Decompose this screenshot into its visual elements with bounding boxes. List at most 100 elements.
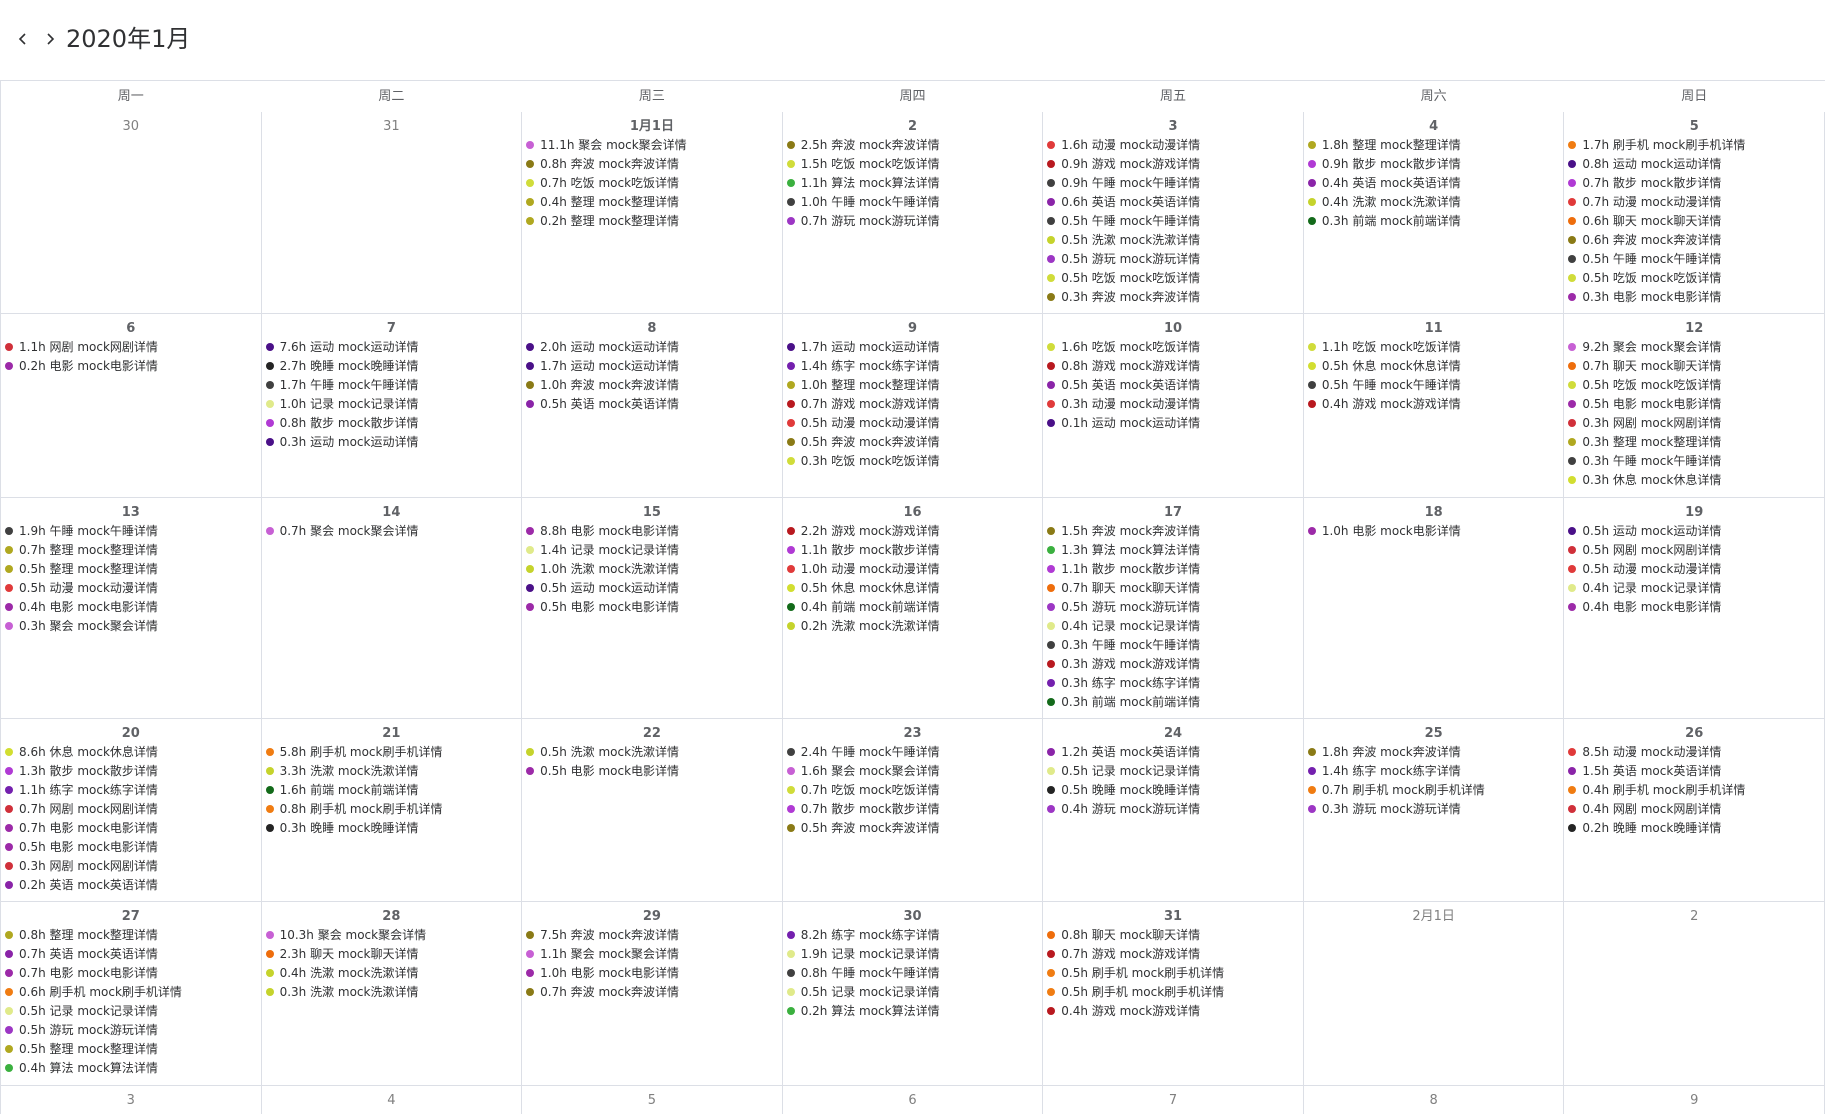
day-cell[interactable]: 20 8.6h 休息 mock休息详情 1.3h 散步 mock散步详情 1.1h 练…: [1, 719, 262, 902]
event-item[interactable]: 0.7h 吃饭 mock吃饭详情: [526, 174, 782, 193]
day-cell[interactable]: 26 8.5h 动漫 mock动漫详情 1.5h 英语 mock英语详情 0.4h 刷…: [1564, 719, 1825, 902]
event-item[interactable]: 9.2h 聚会 mock聚会详情: [1568, 338, 1824, 357]
event-item[interactable]: 1.0h 电影 mock电影详情: [526, 964, 782, 983]
event-item[interactable]: 0.5h 吃饭 mock吃饭详情: [1047, 269, 1303, 288]
event-item[interactable]: 0.5h 午睡 mock午睡详情: [1568, 250, 1824, 269]
event-item[interactable]: 0.4h 记录 mock记录详情: [1047, 617, 1303, 636]
event-item[interactable]: 1.5h 英语 mock英语详情: [1568, 762, 1824, 781]
event-item[interactable]: 0.5h 午睡 mock午睡详情: [1307, 376, 1564, 395]
event-item[interactable]: 0.4h 游玩 mock游玩详情: [1047, 800, 1303, 819]
event-item[interactable]: 1.1h 聚会 mock聚会详情: [526, 945, 782, 964]
event-item[interactable]: 1.7h 运动 mock运动详情: [526, 357, 782, 376]
event-item[interactable]: 0.5h 奔波 mock奔波详情: [786, 433, 1043, 452]
event-item[interactable]: 0.3h 晚睡 mock晚睡详情: [265, 819, 522, 838]
event-item[interactable]: 1.0h 动漫 mock动漫详情: [786, 560, 1043, 579]
event-item[interactable]: 1.9h 记录 mock记录详情: [786, 945, 1043, 964]
event-item[interactable]: 1.7h 运动 mock运动详情: [786, 338, 1043, 357]
day-cell[interactable]: 10 1.6h 吃饭 mock吃饭详情 0.8h 游戏 mock游戏详情 0.5h 英…: [1043, 314, 1304, 498]
event-item[interactable]: 1.0h 午睡 mock午睡详情: [786, 193, 1043, 212]
day-cell[interactable]: 18 1.0h 电影 mock电影详情: [1303, 498, 1565, 719]
event-item[interactable]: 0.3h 游玩 mock游玩详情: [1307, 800, 1564, 819]
event-item[interactable]: 0.4h 电影 mock电影详情: [5, 598, 261, 617]
event-item[interactable]: 0.7h 聚会 mock聚会详情: [265, 522, 522, 541]
event-item[interactable]: 0.5h 游玩 mock游玩详情: [1047, 598, 1303, 617]
day-cell[interactable]: 8: [1304, 1086, 1565, 1114]
event-item[interactable]: 8.5h 动漫 mock动漫详情: [1568, 743, 1824, 762]
event-item[interactable]: 8.6h 休息 mock休息详情: [5, 743, 261, 762]
event-item[interactable]: 0.5h 记录 mock记录详情: [5, 1002, 261, 1021]
event-item[interactable]: 0.3h 游戏 mock游戏详情: [1047, 655, 1303, 674]
day-cell[interactable]: 27 0.8h 整理 mock整理详情 0.7h 英语 mock英语详情 0.7h 电…: [1, 902, 262, 1086]
event-item[interactable]: 0.8h 游戏 mock游戏详情: [1047, 357, 1303, 376]
event-item[interactable]: 10.3h 聚会 mock聚会详情: [265, 926, 522, 945]
day-cell[interactable]: 29 7.5h 奔波 mock奔波详情 1.1h 聚会 mock聚会详情 1.0h 电…: [522, 902, 783, 1086]
event-item[interactable]: 0.5h 运动 mock运动详情: [1568, 522, 1824, 541]
event-item[interactable]: 0.5h 奔波 mock奔波详情: [786, 819, 1043, 838]
day-cell[interactable]: 3: [1, 1086, 262, 1114]
event-item[interactable]: 1.3h 散步 mock散步详情: [5, 762, 261, 781]
day-cell[interactable]: 16 2.2h 游戏 mock游戏详情 1.1h 散步 mock散步详情 1.0h 动…: [782, 498, 1044, 719]
event-item[interactable]: 0.3h 奔波 mock奔波详情: [1047, 288, 1303, 307]
day-cell[interactable]: 8 2.0h 运动 mock运动详情 1.7h 运动 mock运动详情 1.0h 奔波…: [522, 314, 783, 498]
day-cell[interactable]: 31 0.8h 聊天 mock聊天详情 0.7h 游戏 mock游戏详情 0.5h 刷…: [1043, 902, 1304, 1086]
event-item[interactable]: 0.5h 运动 mock运动详情: [526, 579, 782, 598]
event-item[interactable]: 0.3h 运动 mock运动详情: [265, 433, 522, 452]
event-item[interactable]: 0.9h 午睡 mock午睡详情: [1047, 174, 1303, 193]
event-item[interactable]: 0.7h 电影 mock电影详情: [5, 964, 261, 983]
event-item[interactable]: 0.6h 刷手机 mock刷手机详情: [5, 983, 261, 1002]
event-item[interactable]: 0.5h 吃饭 mock吃饭详情: [1568, 376, 1824, 395]
event-item[interactable]: 0.5h 洗漱 mock洗漱详情: [1047, 231, 1303, 250]
event-item[interactable]: 8.8h 电影 mock电影详情: [526, 522, 782, 541]
event-item[interactable]: 0.5h 休息 mock休息详情: [786, 579, 1043, 598]
event-item[interactable]: 0.5h 记录 mock记录详情: [1047, 762, 1303, 781]
day-cell[interactable]: 15 8.8h 电影 mock电影详情 1.4h 记录 mock记录详情 1.0h 洗…: [522, 498, 783, 719]
event-item[interactable]: 0.2h 整理 mock整理详情: [526, 212, 782, 231]
event-item[interactable]: 2.5h 奔波 mock奔波详情: [786, 136, 1043, 155]
event-item[interactable]: 0.7h 游戏 mock游戏详情: [786, 395, 1043, 414]
event-item[interactable]: 0.9h 游戏 mock游戏详情: [1047, 155, 1303, 174]
event-item[interactable]: 0.5h 洗漱 mock洗漱详情: [526, 743, 782, 762]
event-item[interactable]: 1.6h 吃饭 mock吃饭详情: [1047, 338, 1303, 357]
event-item[interactable]: 0.8h 整理 mock整理详情: [5, 926, 261, 945]
event-item[interactable]: 0.7h 整理 mock整理详情: [5, 541, 261, 560]
event-item[interactable]: 0.4h 洗漱 mock洗漱详情: [1307, 193, 1564, 212]
event-item[interactable]: 0.7h 英语 mock英语详情: [5, 945, 261, 964]
event-item[interactable]: 0.5h 整理 mock整理详情: [5, 1040, 261, 1059]
event-item[interactable]: 5.8h 刷手机 mock刷手机详情: [265, 743, 522, 762]
day-cell[interactable]: 19 0.5h 运动 mock运动详情 0.5h 网剧 mock网剧详情 0.5h 动…: [1564, 498, 1825, 719]
event-item[interactable]: 1.4h 记录 mock记录详情: [526, 541, 782, 560]
day-cell[interactable]: 21 5.8h 刷手机 mock刷手机详情 3.3h 洗漱 mock洗漱详情 1.6h…: [261, 719, 523, 902]
event-item[interactable]: 0.3h 休息 mock休息详情: [1568, 471, 1824, 490]
event-item[interactable]: 1.1h 散步 mock散步详情: [786, 541, 1043, 560]
event-item[interactable]: 0.2h 算法 mock算法详情: [786, 1002, 1043, 1021]
event-item[interactable]: 1.0h 洗漱 mock洗漱详情: [526, 560, 782, 579]
event-item[interactable]: 1.3h 算法 mock算法详情: [1047, 541, 1303, 560]
day-cell[interactable]: 24 1.2h 英语 mock英语详情 0.5h 记录 mock记录详情 0.5h 晚…: [1043, 719, 1304, 902]
event-item[interactable]: 0.5h 英语 mock英语详情: [526, 395, 782, 414]
event-item[interactable]: 1.1h 散步 mock散步详情: [1047, 560, 1303, 579]
event-item[interactable]: 3.3h 洗漱 mock洗漱详情: [265, 762, 522, 781]
event-item[interactable]: 0.4h 记录 mock记录详情: [1568, 579, 1824, 598]
event-item[interactable]: 1.4h 练字 mock练字详情: [786, 357, 1043, 376]
day-cell[interactable]: 2: [1564, 902, 1825, 1086]
event-item[interactable]: 0.3h 聚会 mock聚会详情: [5, 617, 261, 636]
day-cell[interactable]: 13 1.9h 午睡 mock午睡详情 0.7h 整理 mock整理详情 0.5h 整…: [1, 498, 262, 719]
event-item[interactable]: 0.5h 刷手机 mock刷手机详情: [1047, 964, 1303, 983]
event-item[interactable]: 0.5h 英语 mock英语详情: [1047, 376, 1303, 395]
event-item[interactable]: 1.1h 练字 mock练字详情: [5, 781, 261, 800]
event-item[interactable]: 0.5h 刷手机 mock刷手机详情: [1047, 983, 1303, 1002]
event-item[interactable]: 1.1h 网剧 mock网剧详情: [5, 338, 261, 357]
event-item[interactable]: 1.8h 整理 mock整理详情: [1307, 136, 1564, 155]
event-item[interactable]: 8.2h 练字 mock练字详情: [786, 926, 1043, 945]
event-item[interactable]: 0.3h 练字 mock练字详情: [1047, 674, 1303, 693]
event-item[interactable]: 0.5h 记录 mock记录详情: [786, 983, 1043, 1002]
event-item[interactable]: 0.3h 网剧 mock网剧详情: [5, 857, 261, 876]
event-item[interactable]: 0.5h 游玩 mock游玩详情: [1047, 250, 1303, 269]
event-item[interactable]: 0.2h 晚睡 mock晚睡详情: [1568, 819, 1824, 838]
event-item[interactable]: 0.2h 洗漱 mock洗漱详情: [786, 617, 1043, 636]
day-cell[interactable]: 5 1.7h 刷手机 mock刷手机详情 0.8h 运动 mock运动详情 0.7h …: [1564, 112, 1825, 314]
event-item[interactable]: 0.8h 奔波 mock奔波详情: [526, 155, 782, 174]
event-item[interactable]: 0.4h 前端 mock前端详情: [786, 598, 1043, 617]
event-item[interactable]: 1.5h 吃饭 mock吃饭详情: [786, 155, 1043, 174]
day-cell[interactable]: 25 1.8h 奔波 mock奔波详情 1.4h 练字 mock练字详情 0.7h 刷…: [1303, 719, 1565, 902]
